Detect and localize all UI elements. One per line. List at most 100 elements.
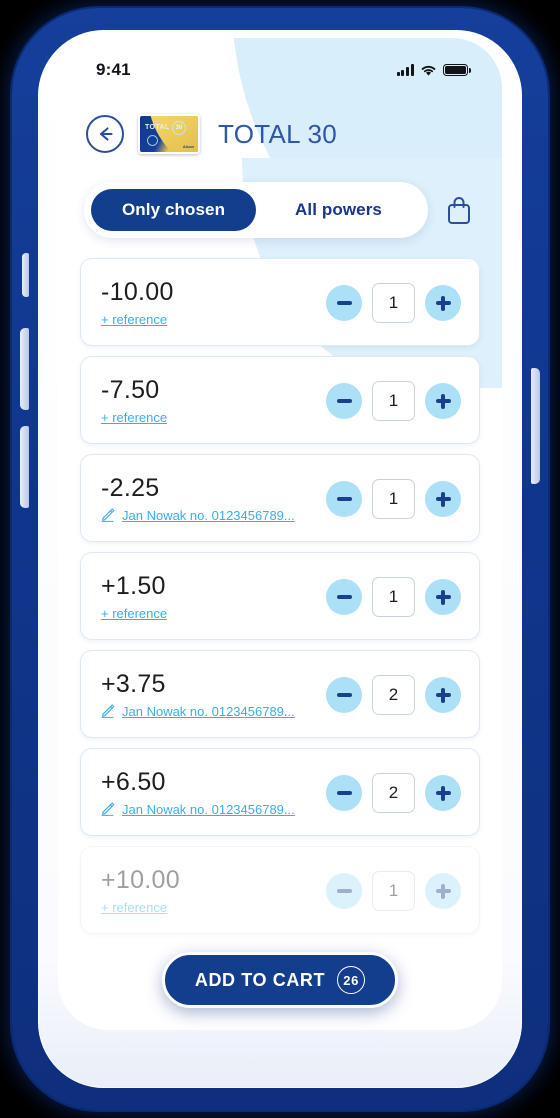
table-row[interactable]: +3.75 Jan Nowak no. 0123456789... 2 — [80, 650, 480, 738]
decrement-button[interactable] — [326, 677, 362, 713]
page-title: TOTAL 30 — [218, 118, 337, 149]
add-reference-link[interactable]: + reference — [101, 900, 180, 915]
row-info: -2.25 Jan Nowak no. 0123456789... — [101, 473, 295, 523]
table-row[interactable]: -7.50 + reference 1 — [80, 356, 480, 444]
back-arrow-icon — [99, 127, 113, 141]
reference-label: + reference — [101, 311, 168, 327]
status-time: 9:41 — [96, 60, 131, 79]
table-row[interactable]: -2.25 Jan Nowak no. 0123456789... 1 — [80, 454, 480, 542]
increment-button[interactable] — [425, 383, 461, 419]
decrement-button[interactable] — [326, 579, 362, 615]
product-thumbnail-badge: 30 — [172, 121, 186, 135]
row-info: -10.00 + reference — [101, 277, 174, 327]
table-row[interactable]: +1.50 + reference 1 — [80, 552, 480, 640]
row-info: -7.50 + reference — [101, 375, 167, 425]
cart-count-badge: 26 — [337, 966, 366, 994]
edit-reference-link[interactable]: Jan Nowak no. 0123456789... — [101, 704, 295, 719]
add-reference-link[interactable]: + reference — [101, 312, 174, 327]
reference-label: + reference — [101, 605, 168, 621]
tab-only-chosen[interactable]: Only chosen — [91, 189, 256, 231]
product-thumbnail-lens-mark — [147, 135, 158, 146]
quantity-stepper: 1 — [326, 871, 461, 911]
minus-icon — [336, 399, 352, 403]
power-list: -10.00 + reference 1 -7.50 + reference 1… — [58, 258, 502, 934]
row-info: +10.00 + reference — [101, 865, 180, 915]
shopping-bag-icon — [448, 197, 470, 224]
product-thumbnail-footer: Alcon — [182, 144, 194, 149]
quantity-value[interactable]: 1 — [372, 381, 415, 421]
quantity-value[interactable]: 1 — [372, 871, 415, 911]
quantity-value[interactable]: 1 — [372, 577, 415, 617]
status-icons — [396, 64, 471, 77]
decrement-button[interactable] — [326, 775, 362, 811]
quantity-stepper: 2 — [326, 773, 461, 813]
quantity-stepper: 1 — [326, 479, 461, 519]
volume-down-hardware-button[interactable] — [20, 426, 29, 508]
power-filter-segmented-control: Only chosen All powers — [84, 182, 428, 238]
battery-full-icon — [443, 64, 471, 76]
table-row[interactable]: +6.50 Jan Nowak no. 0123456789... 2 — [80, 748, 480, 836]
power-value: -10.00 — [101, 277, 174, 306]
increment-button[interactable] — [425, 481, 461, 517]
add-to-cart-label: ADD TO CART — [194, 969, 326, 990]
increment-button[interactable] — [425, 677, 461, 713]
pencil-edit-icon — [101, 704, 115, 718]
quantity-stepper: 1 — [326, 283, 461, 323]
wifi-icon — [421, 65, 436, 76]
increment-button[interactable] — [425, 775, 461, 811]
minus-icon — [336, 595, 352, 599]
row-info: +6.50 Jan Nowak no. 0123456789... — [101, 767, 295, 817]
increment-button[interactable] — [425, 285, 461, 321]
back-button[interactable] — [86, 115, 124, 153]
power-value: -2.25 — [101, 473, 160, 502]
volume-up-hardware-button[interactable] — [20, 328, 29, 410]
increment-button[interactable] — [425, 873, 461, 909]
status-bar: 9:41 — [58, 38, 502, 92]
edit-reference-link[interactable]: Jan Nowak no. 0123456789... — [101, 508, 295, 523]
pencil-edit-icon — [101, 802, 115, 816]
reference-label: + reference — [101, 899, 168, 915]
add-reference-link[interactable]: + reference — [101, 410, 167, 425]
minus-icon — [336, 301, 352, 305]
add-to-cart-button[interactable]: ADD TO CART 26 — [161, 952, 399, 1008]
product-thumbnail[interactable]: TOTAL 30 Alcon — [138, 114, 200, 154]
page-header: TOTAL 30 Alcon TOTAL 30 — [58, 92, 502, 164]
decrement-button[interactable] — [326, 873, 362, 909]
quantity-stepper: 1 — [326, 577, 461, 617]
power-value: +1.50 — [101, 571, 166, 600]
minus-icon — [336, 497, 352, 501]
reference-label: Jan Nowak no. 0123456789... — [122, 507, 295, 523]
table-row[interactable]: +10.00 + reference 1 — [80, 846, 480, 934]
mute-switch-hardware-button[interactable] — [22, 253, 29, 297]
signal-bars-icon — [396, 64, 414, 76]
decrement-button[interactable] — [326, 383, 362, 419]
pencil-edit-icon — [101, 508, 115, 522]
quantity-value[interactable]: 1 — [372, 283, 415, 323]
table-row[interactable]: -10.00 + reference 1 — [80, 258, 480, 346]
row-info: +1.50 + reference — [101, 571, 167, 621]
power-value: +6.50 — [101, 767, 166, 796]
reference-label: Jan Nowak no. 0123456789... — [122, 801, 295, 817]
power-value: +3.75 — [101, 669, 166, 698]
product-thumbnail-brand: TOTAL — [145, 124, 170, 131]
add-reference-link[interactable]: + reference — [101, 606, 167, 621]
reference-label: Jan Nowak no. 0123456789... — [122, 703, 295, 719]
minus-icon — [336, 693, 352, 697]
quantity-value[interactable]: 1 — [372, 479, 415, 519]
decrement-button[interactable] — [326, 285, 362, 321]
minus-icon — [336, 889, 352, 893]
power-hardware-button[interactable] — [531, 368, 540, 484]
tab-all-powers[interactable]: All powers — [256, 189, 421, 231]
quantity-value[interactable]: 2 — [372, 773, 415, 813]
decrement-button[interactable] — [326, 481, 362, 517]
shopping-bag-button[interactable] — [440, 189, 478, 231]
minus-icon — [336, 791, 352, 795]
power-value: -7.50 — [101, 375, 160, 404]
increment-button[interactable] — [425, 579, 461, 615]
row-info: +3.75 Jan Nowak no. 0123456789... — [101, 669, 295, 719]
quantity-value[interactable]: 2 — [372, 675, 415, 715]
phone-screen: 9:41 TOTAL 30 Alcon TOTAL 30 Only chosen… — [58, 38, 502, 1030]
phone-frame: 9:41 TOTAL 30 Alcon TOTAL 30 Only chosen… — [12, 8, 548, 1110]
power-value: +10.00 — [101, 865, 180, 894]
edit-reference-link[interactable]: Jan Nowak no. 0123456789... — [101, 802, 295, 817]
